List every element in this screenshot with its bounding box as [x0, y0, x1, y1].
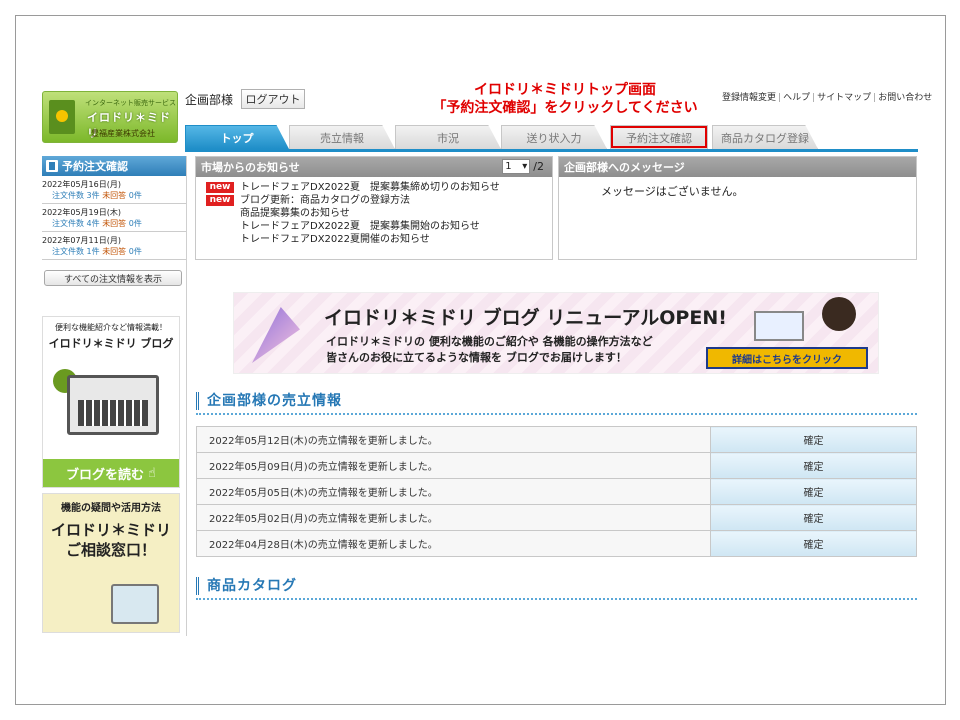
table-row: 2022年05月05日(木)の売立情報を更新しました。 確定: [196, 478, 917, 505]
order-counts: 注文件数 3件 未回答 0件: [52, 191, 142, 200]
instruction-line-2: 「予約注文確認」をクリックしてください: [432, 100, 698, 116]
consultation-line3: ご相談窓口！: [65, 541, 156, 559]
sales-row-text: 2022年04月28日(木)の売立情報を更新しました。: [196, 530, 711, 557]
order-date-item[interactable]: 2022年05月16日(月) 注文件数 3件 未回答 0件: [42, 176, 186, 204]
market-news-header: 市場からのお知らせ 1 ▾ /2: [196, 157, 552, 177]
message-header: 企画部様へのメッセージ: [559, 157, 916, 177]
logo-company: 豊福産業株式会社: [91, 129, 155, 138]
link-sitemap[interactable]: サイトマップ: [817, 93, 871, 103]
page-total: /2: [533, 160, 544, 173]
news-item[interactable]: トレードフェアDX2022夏開催のお知らせ: [206, 233, 552, 246]
news-item[interactable]: トレードフェアDX2022夏 提案募集開始のお知らせ: [206, 220, 552, 233]
laptop-icon: [67, 375, 159, 435]
blog-banner-line1: 便利な機能紹介など情報満載！: [55, 323, 167, 332]
confirm-button[interactable]: 確定: [710, 530, 917, 557]
sidebar-divider: [186, 156, 187, 636]
table-row: 2022年04月28日(木)の売立情報を更新しました。 確定: [196, 530, 917, 557]
sidebar-header[interactable]: 予約注文確認: [42, 156, 186, 176]
table-row: 2022年05月09日(月)の売立情報を更新しました。 確定: [196, 452, 917, 479]
hero-headline: イロドリ＊ミドリ ブログ リニューアルOPEN!: [324, 307, 727, 329]
confirm-button[interactable]: 確定: [710, 426, 917, 453]
news-list: new トレードフェアDX2022夏 提案募集締め切りのお知らせ new ブログ更新…: [196, 177, 552, 246]
tab-reservation-orders[interactable]: 予約注文確認: [610, 125, 708, 149]
blog-banner-line2: イロドリ＊ミドリ ブログ: [48, 337, 174, 350]
instruction-line-1: イロドリ＊ミドリトップ画面: [474, 82, 656, 98]
link-contact[interactable]: お問い合わせ: [878, 93, 932, 103]
tab-market[interactable]: 市況: [395, 125, 501, 149]
sales-section-title: 企画部様の売立情報: [196, 392, 342, 410]
message-text: メッセージはございません。: [601, 185, 744, 198]
sales-row-text: 2022年05月09日(月)の売立情報を更新しました。: [196, 452, 711, 479]
order-counts: 注文件数 4件 未回答 0件: [52, 219, 142, 228]
logout-button[interactable]: ログアウト: [241, 89, 305, 109]
market-news-panel: 市場からのお知らせ 1 ▾ /2 new トレードフェアDX2022夏 提案募集締め…: [195, 156, 553, 260]
hero-cta-button[interactable]: 詳細はこちらをクリック: [706, 347, 868, 369]
new-badge: new: [206, 182, 234, 193]
logo-tagline: インターネット販売サービス: [85, 99, 176, 107]
table-row: 2022年05月12日(木)の売立情報を更新しました。 確定: [196, 426, 917, 453]
sidebar-title: 予約注文確認: [62, 160, 128, 173]
message-title: 企画部様へのメッセージ: [564, 161, 685, 174]
sales-row-text: 2022年05月05日(木)の売立情報を更新しました。: [196, 478, 711, 505]
news-item[interactable]: new ブログ更新：商品カタログの登録方法: [206, 194, 552, 207]
confirm-button[interactable]: 確定: [710, 452, 917, 479]
news-item[interactable]: 商品提案募集のお知らせ: [206, 207, 552, 220]
message-panel: 企画部様へのメッセージ メッセージはございません。: [558, 156, 917, 260]
chevron-down-icon: ▾: [522, 161, 528, 172]
monitor-icon: [754, 311, 804, 341]
order-counts: 注文件数 1件 未回答 0件: [52, 247, 142, 256]
tab-sales-info[interactable]: 売立情報: [289, 125, 395, 149]
site-logo[interactable]: インターネット販売サービス イロドリ＊ミドリ 豊福産業株式会社: [42, 91, 178, 143]
tab-top[interactable]: トップ: [185, 125, 289, 149]
sales-row-text: 2022年05月02日(月)の売立情報を更新しました。: [196, 504, 711, 531]
new-badge: new: [206, 195, 234, 206]
catalog-section-title: 商品カタログ: [196, 577, 297, 595]
link-account-settings[interactable]: 登録情報変更: [722, 93, 776, 103]
hero-line1: イロドリ＊ミドリの 便利な機能のご紹介や 各機能の操作方法など: [326, 335, 653, 348]
show-all-orders-button[interactable]: すべての注文情報を表示: [44, 270, 182, 286]
logo-box-icon: [49, 100, 75, 134]
main-tabs: トップ 売立情報 市況 送り状入力 予約注文確認 商品カタログ登録: [185, 125, 918, 149]
tabbar-underline: [185, 149, 918, 152]
instruction-annotation: イロドリ＊ミドリトップ画面 「予約注文確認」をクリックしてください: [400, 81, 730, 117]
blog-renewal-banner[interactable]: イロドリ＊ミドリ ブログ リニューアルOPEN! イロドリ＊ミドリの 便利な機能…: [233, 292, 879, 374]
order-date-item[interactable]: 2022年07月11日(月) 注文件数 1件 未回答 0件: [42, 232, 186, 260]
market-news-title: 市場からのお知らせ: [201, 161, 300, 174]
person-icon: [822, 297, 856, 331]
sales-row-text: 2022年05月12日(木)の売立情報を更新しました。: [196, 426, 711, 453]
consultation-banner[interactable]: 機能の疑問や活用方法 イロドリ＊ミドリ ご相談窓口！: [42, 493, 180, 633]
news-item[interactable]: new トレードフェアDX2022夏 提案募集締め切りのお知らせ: [206, 181, 552, 194]
consultation-line2: イロドリ＊ミドリ: [50, 521, 171, 539]
sales-table: 2022年05月12日(木)の売立情報を更新しました。 確定 2022年05月0…: [196, 426, 917, 557]
hero-line2: 皆さんのお役に立てるような情報を ブログでお届けします！: [326, 351, 627, 364]
computer-icon: [111, 584, 159, 624]
tab-invoice-input[interactable]: 送り状入力: [501, 125, 607, 149]
page-select[interactable]: 1 ▾: [502, 159, 531, 174]
sidebar: 予約注文確認 2022年05月16日(月) 注文件数 3件 未回答 0件 202…: [42, 156, 186, 286]
pen-icon: [46, 160, 58, 172]
consultation-line1: 機能の疑問や活用方法: [61, 503, 161, 514]
top-links: 登録情報変更 | ヘルプ | サイトマップ | お問い合わせ: [722, 93, 933, 103]
news-pager: 1 ▾ /2: [502, 159, 544, 174]
tab-catalog-registration[interactable]: 商品カタログ登録: [712, 125, 818, 149]
company-label: 企画部様: [185, 93, 234, 107]
order-date: 2022年05月16日(月): [42, 180, 121, 189]
order-date-item[interactable]: 2022年05月19日(木) 注文件数 4件 未回答 0件: [42, 204, 186, 232]
table-row: 2022年05月02日(月)の売立情報を更新しました。 確定: [196, 504, 917, 531]
order-date: 2022年07月11日(月): [42, 236, 121, 245]
link-help[interactable]: ヘルプ: [783, 93, 810, 103]
read-blog-button[interactable]: ブログを読む ☝: [43, 459, 179, 487]
confirm-button[interactable]: 確定: [710, 478, 917, 505]
order-date: 2022年05月19日(木): [42, 208, 121, 217]
confirm-button[interactable]: 確定: [710, 504, 917, 531]
party-popper-icon: [252, 307, 300, 363]
catalog-section-rule: [196, 598, 917, 600]
pointer-hand-icon: ☝: [148, 465, 156, 481]
sales-section-rule: [196, 413, 917, 415]
blog-banner[interactable]: 便利な機能紹介など情報満載！ イロドリ＊ミドリ ブログ ブログを読む ☝: [42, 316, 180, 488]
